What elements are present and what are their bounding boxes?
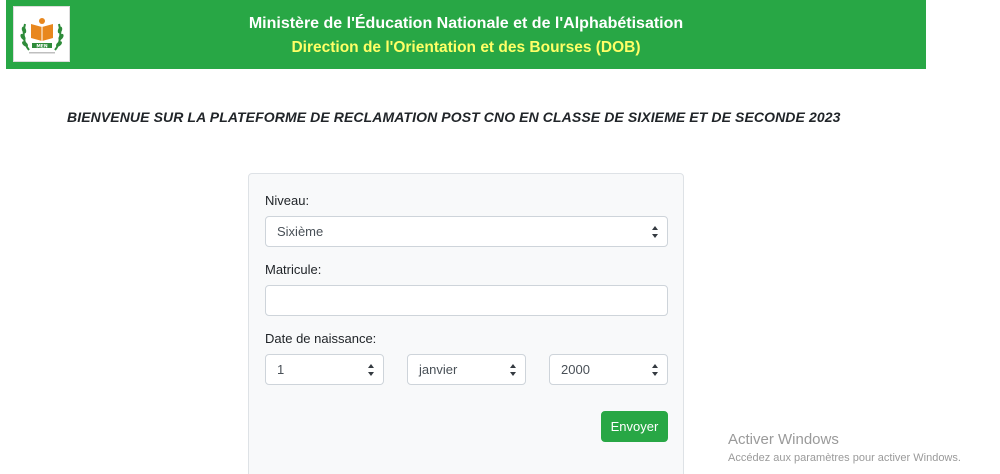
dob-day-value: 1 bbox=[277, 362, 285, 377]
select-caret-icon bbox=[368, 364, 374, 376]
dob-day-select[interactable]: 1 bbox=[265, 354, 384, 385]
watermark-subtitle: Accédez aux paramètres pour activer Wind… bbox=[728, 452, 961, 464]
select-caret-icon bbox=[652, 364, 658, 376]
dob-month-value: janvier bbox=[419, 362, 458, 377]
header-text: Ministère de l'Éducation Nationale et de… bbox=[6, 0, 926, 69]
niveau-select[interactable]: Sixième bbox=[265, 216, 668, 247]
niveau-select-value: Sixième bbox=[277, 224, 324, 239]
dob-year-select[interactable]: 2000 bbox=[549, 354, 668, 385]
dob-label: Date de naissance: bbox=[265, 331, 377, 346]
ministry-title: Ministère de l'Éducation Nationale et de… bbox=[248, 14, 684, 32]
page-header: MEN Ministère de l'Éducation Nationale e… bbox=[6, 0, 926, 69]
dob-year-value: 2000 bbox=[561, 362, 590, 377]
reclamation-form: Niveau: Sixième Matricule: Date de naiss… bbox=[248, 173, 684, 474]
welcome-heading: BIENVENUE SUR LA PLATEFORME DE RECLAMATI… bbox=[67, 109, 841, 125]
dob-month-select[interactable]: janvier bbox=[407, 354, 526, 385]
niveau-label: Niveau: bbox=[265, 193, 310, 208]
direction-subtitle: Direction de l'Orientation et des Bourse… bbox=[291, 38, 641, 56]
matricule-input[interactable] bbox=[265, 285, 668, 316]
submit-button[interactable]: Envoyer bbox=[601, 411, 668, 442]
select-caret-icon bbox=[652, 226, 658, 238]
select-caret-icon bbox=[510, 364, 516, 376]
windows-activation-watermark: Activer Windows Accédez aux paramètres p… bbox=[728, 431, 961, 464]
watermark-title: Activer Windows bbox=[728, 431, 839, 448]
matricule-label: Matricule: bbox=[265, 262, 322, 277]
